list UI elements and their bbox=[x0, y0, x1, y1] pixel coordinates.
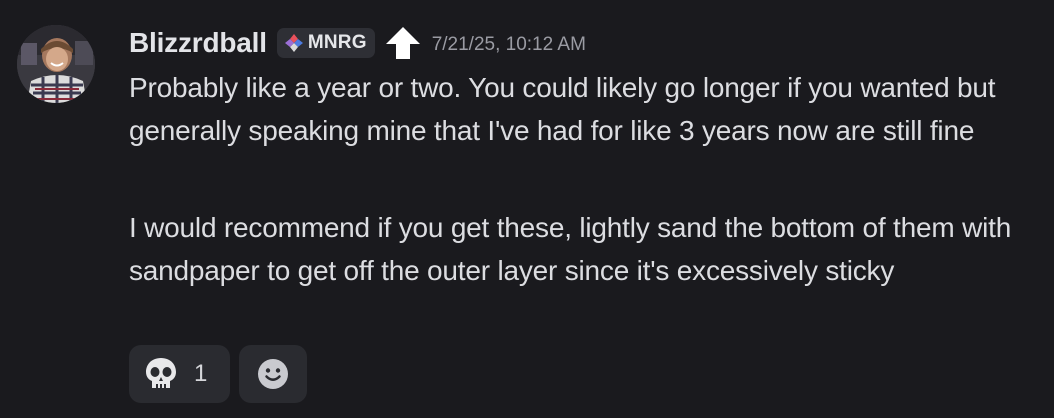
reaction-skull[interactable]: 1 bbox=[129, 345, 230, 403]
reaction-bar: 1 bbox=[129, 345, 307, 403]
add-reaction-button[interactable] bbox=[239, 345, 307, 403]
up-arrow-icon bbox=[385, 27, 420, 59]
diamond-tag-icon bbox=[284, 34, 303, 52]
reaction-count: 1 bbox=[194, 360, 208, 387]
guild-tag[interactable]: MNRG bbox=[276, 28, 375, 58]
message-header: Blizzrdball MNRG 7/21/25, 10:12 AM bbox=[129, 25, 586, 61]
message-paragraph: Probably like a year or two. You could l… bbox=[129, 72, 996, 146]
smiley-add-reaction-icon bbox=[258, 359, 288, 389]
guild-tag-label: MNRG bbox=[307, 32, 367, 53]
username[interactable]: Blizzrdball bbox=[129, 27, 267, 59]
message-paragraph: I would recommend if you get these, ligh… bbox=[129, 212, 1012, 286]
message-timestamp[interactable]: 7/21/25, 10:12 AM bbox=[432, 34, 586, 56]
user-avatar[interactable] bbox=[17, 25, 95, 103]
chat-message: Blizzrdball MNRG 7/21/25, 10:12 AM Proba… bbox=[0, 0, 1054, 418]
skull-icon bbox=[146, 358, 176, 388]
